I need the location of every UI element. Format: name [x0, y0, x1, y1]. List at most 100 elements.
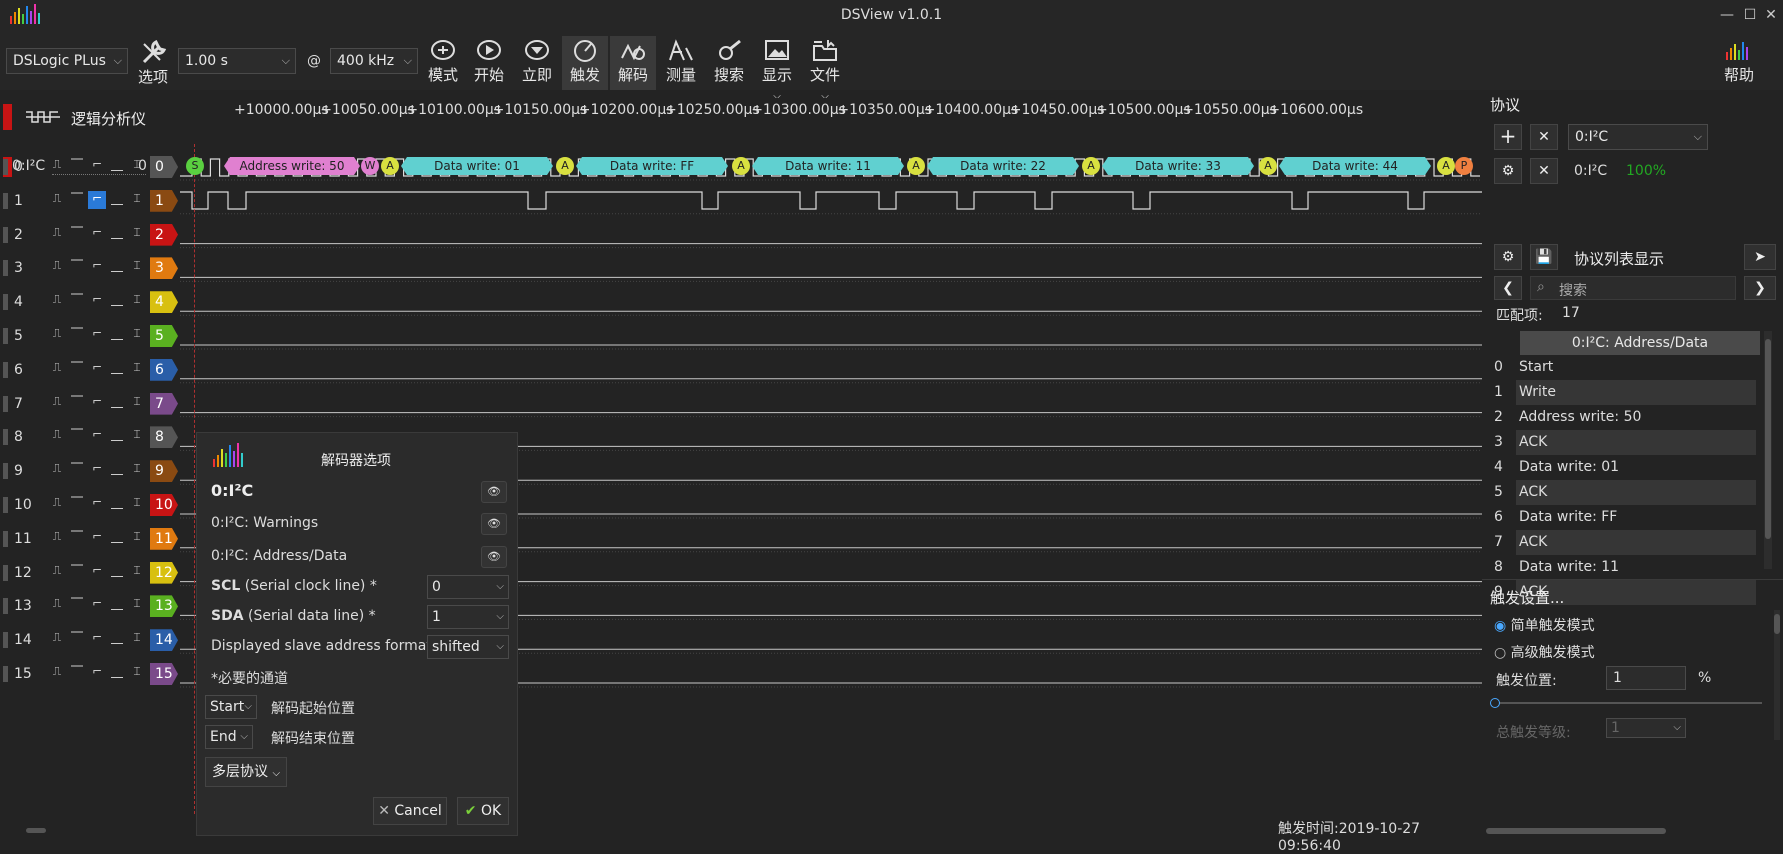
channel-tag[interactable]: 9: [150, 460, 178, 483]
ack-annotation[interactable]: A: [556, 157, 574, 175]
low-level-icon[interactable]: ⎽: [108, 596, 126, 614]
rising-edge-icon[interactable]: ⎍: [48, 563, 66, 581]
channel-row-7[interactable]: 7 ⎍ ⎺ ⌐ ⎽ ⌶ 7: [0, 387, 180, 421]
rising-edge-icon[interactable]: ⎍: [48, 157, 66, 175]
rising-edge-icon[interactable]: ⎍: [48, 596, 66, 614]
channel-row-1[interactable]: 1 ⎍ ⎺ ⌐ ⎽ ⌶ 1: [0, 184, 180, 218]
low-level-icon[interactable]: ⎽: [108, 394, 126, 412]
high-level-icon[interactable]: ⎺: [68, 630, 86, 648]
decoder-visibility-button[interactable]: 👁: [481, 481, 507, 503]
prev-match-button[interactable]: ❮: [1494, 276, 1522, 300]
channel-tag[interactable]: 1: [150, 189, 178, 212]
any-edge-icon[interactable]: ⌶: [128, 157, 146, 175]
any-edge-icon[interactable]: ⌶: [128, 461, 146, 479]
channel-tag[interactable]: 14: [150, 629, 178, 652]
channel-row-2[interactable]: 2 ⎍ ⎺ ⌐ ⎽ ⌶ 2: [0, 218, 180, 252]
data-annotation[interactable]: Data write: 44: [1279, 157, 1431, 175]
rising-edge-icon[interactable]: ⎍: [48, 630, 66, 648]
any-edge-icon[interactable]: ⌶: [128, 326, 146, 344]
rising-edge-icon[interactable]: ⎍: [48, 664, 66, 682]
channel-tag[interactable]: 2: [150, 223, 178, 246]
logic-analyzer-tab[interactable]: 逻辑分析仪: [0, 102, 180, 132]
any-edge-icon[interactable]: ⌶: [128, 529, 146, 547]
high-level-icon[interactable]: ⎺: [68, 495, 86, 513]
device-select[interactable]: DSLogic PLus ⌵: [6, 48, 128, 74]
list-item[interactable]: 7 ACK: [1494, 530, 1772, 555]
decode-start-select[interactable]: Start ⌵: [205, 695, 257, 719]
channel-tag[interactable]: 3: [150, 257, 178, 280]
trigger-position-input[interactable]: 1: [1606, 666, 1686, 690]
high-level-icon[interactable]: ⎺: [68, 225, 86, 243]
maximize-icon[interactable]: ☐: [1741, 6, 1759, 24]
high-level-icon[interactable]: ⎺: [68, 563, 86, 581]
start-button[interactable]: 开始: [466, 36, 512, 90]
falling-edge-icon[interactable]: ⌐: [88, 664, 106, 682]
list-settings-button[interactable]: ⚙: [1494, 244, 1522, 270]
samplerate-select[interactable]: 400 kHz ⌵: [330, 48, 418, 74]
channel-tag[interactable]: 10: [150, 494, 178, 516]
minimize-icon[interactable]: —: [1718, 6, 1736, 24]
high-level-icon[interactable]: ⎺: [68, 461, 86, 479]
falling-edge-icon[interactable]: ⌐: [88, 630, 106, 648]
falling-edge-icon[interactable]: ⌐: [88, 596, 106, 614]
falling-edge-icon[interactable]: ⌐: [88, 258, 106, 276]
low-level-icon[interactable]: ⎽: [108, 427, 126, 445]
low-level-icon[interactable]: ⎽: [108, 258, 126, 276]
low-level-icon[interactable]: ⎽: [108, 664, 126, 682]
list-item[interactable]: 6 Data write: FF: [1494, 505, 1772, 530]
ack-annotation[interactable]: A: [732, 157, 750, 175]
scl-select[interactable]: 0 ⌵: [427, 575, 509, 599]
channel-row-3[interactable]: 3 ⎍ ⎺ ⌐ ⎽ ⌶ 3: [0, 251, 180, 285]
rising-edge-icon[interactable]: ⎍: [48, 191, 66, 209]
rising-edge-icon[interactable]: ⎍: [48, 529, 66, 547]
add-protocol-button[interactable]: +: [1494, 124, 1522, 150]
rising-edge-icon[interactable]: ⎍: [48, 461, 66, 479]
any-edge-icon[interactable]: ⌶: [128, 394, 146, 412]
data-annotation[interactable]: Data write: 01: [401, 157, 553, 175]
search-input[interactable]: ⌕ 搜索: [1530, 276, 1736, 300]
trigger-position-slider[interactable]: [1490, 698, 1762, 708]
column-header[interactable]: 0:I²C: Address/Data: [1520, 331, 1760, 355]
channel-row-8[interactable]: 8 ⎍ ⎺ ⌐ ⎽ ⌶ 8: [0, 420, 180, 454]
low-level-icon[interactable]: ⎽: [108, 563, 126, 581]
ack-annotation[interactable]: A: [381, 157, 399, 175]
list-item[interactable]: 0 Start: [1494, 355, 1772, 380]
any-edge-icon[interactable]: ⌶: [128, 427, 146, 445]
low-level-icon[interactable]: ⎽: [108, 225, 126, 243]
rising-edge-icon[interactable]: ⎍: [48, 495, 66, 513]
low-level-icon[interactable]: ⎽: [108, 326, 126, 344]
any-edge-icon[interactable]: ⌶: [128, 292, 146, 310]
data-annotation[interactable]: Data write: 11: [752, 157, 904, 175]
channel-tag[interactable]: 6: [150, 358, 178, 381]
channel-row-15[interactable]: 15 ⎍ ⎺ ⌐ ⎽ ⌶ 15: [0, 657, 180, 691]
remove-protocol-button[interactable]: ✕: [1530, 124, 1558, 150]
falling-edge-icon[interactable]: ⌐: [88, 394, 106, 412]
start-annotation[interactable]: S: [186, 157, 204, 175]
falling-edge-icon[interactable]: ⌐: [88, 157, 106, 175]
decoder-remove-button[interactable]: ✕: [1530, 158, 1558, 184]
stack-decoder-button[interactable]: 多层协议 ⌵: [205, 757, 287, 787]
list-item[interactable]: 5 ACK: [1494, 480, 1772, 505]
rising-edge-icon[interactable]: ⎍: [48, 360, 66, 378]
protocol-list[interactable]: 0 Start 1 Write 2 Address write: 50 3 ACK 4 Data …: [1482, 355, 1772, 605]
high-level-icon[interactable]: ⎺: [68, 596, 86, 614]
high-level-icon[interactable]: ⎺: [68, 157, 86, 175]
channel-tag[interactable]: 8: [150, 426, 178, 449]
any-edge-icon[interactable]: ⌶: [128, 630, 146, 648]
any-edge-icon[interactable]: ⌶: [128, 225, 146, 243]
options-button[interactable]: 选项: [130, 36, 176, 90]
goto-button[interactable]: ➤: [1744, 244, 1776, 270]
channel-row-14[interactable]: 14 ⎍ ⎺ ⌐ ⎽ ⌶ 14: [0, 623, 180, 657]
low-level-icon[interactable]: ⎽: [108, 157, 126, 175]
ok-button[interactable]: ✔ OK: [457, 797, 509, 825]
rising-edge-icon[interactable]: ⎍: [48, 394, 66, 412]
falling-edge-icon[interactable]: ⌐: [88, 360, 106, 378]
high-level-icon[interactable]: ⎺: [68, 360, 86, 378]
search-button[interactable]: 搜索: [706, 36, 752, 90]
low-level-icon[interactable]: ⎽: [108, 630, 126, 648]
data-annotation[interactable]: Data write: 22: [927, 157, 1079, 175]
channel-row-9[interactable]: 9 ⎍ ⎺ ⌐ ⎽ ⌶ 9: [0, 454, 180, 488]
display-button[interactable]: 显示 ⌵: [754, 36, 800, 102]
rising-edge-icon[interactable]: ⎍: [48, 258, 66, 276]
right-panel-hscrollbar[interactable]: [1486, 828, 1666, 834]
